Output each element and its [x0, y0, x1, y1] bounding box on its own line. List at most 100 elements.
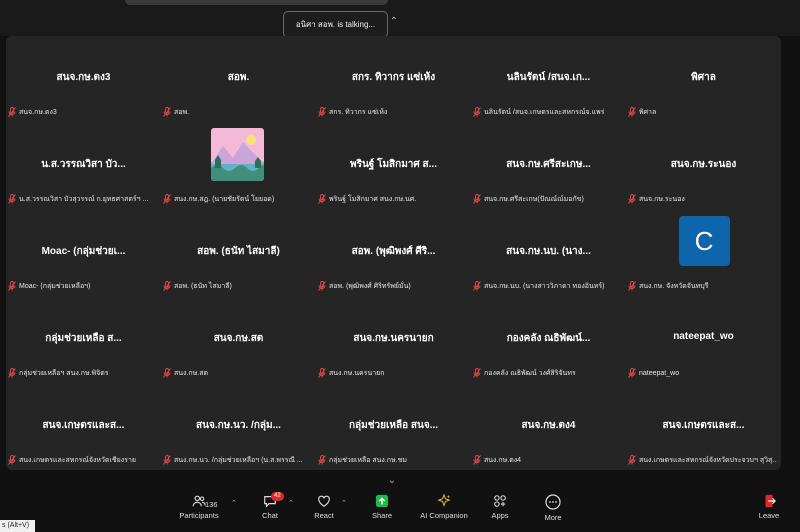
talking-indicator: อนิศา สอพ. is talking...: [283, 11, 388, 38]
participant-name-bar: nateepat_wo: [628, 368, 777, 379]
react-label: React: [314, 511, 334, 520]
more-button[interactable]: More: [542, 494, 564, 522]
participant-tile[interactable]: สนจ.กษ.ตง3 สนจ.กษ.ตง3: [6, 36, 161, 123]
apps-button[interactable]: Apps: [489, 494, 511, 520]
participant-tile[interactable]: สนจ.เกษตรและส... สนง.เกษตรและสหกรณ์จังหวั…: [626, 384, 781, 471]
participant-display-name: สนจ.เกษตรและส...: [42, 420, 125, 431]
ai-companion-button[interactable]: AI Companion: [418, 494, 470, 520]
mic-muted-icon: [163, 368, 171, 378]
chat-caret-icon[interactable]: ⌃: [288, 499, 294, 507]
participant-tile[interactable]: สนจ.กษ.ระนอง สนจ.กษ.ระนอง: [626, 123, 781, 210]
participant-tile[interactable]: สนจ.กษ.นว. /กลุ่ม... สนง.กษ.นว. /กลุ่มช่ว…: [161, 384, 316, 471]
participant-name-bar: กลุ่มช่วยเหลือ สนง.กษ.ชม: [318, 455, 467, 466]
shortcut-hint: s (Alt+V): [0, 520, 35, 532]
chat-button[interactable]: 42 Chat: [259, 492, 284, 520]
participant-tile[interactable]: กลุ่มช่วยเหลือ ส... กลุ่มช่วยเหลือฯ สนง.ก…: [6, 297, 161, 384]
mic-muted-icon: [318, 194, 326, 204]
participant-display-name: สนจ.กษ.สต: [213, 333, 264, 344]
mic-muted-icon: [8, 281, 16, 291]
participant-name-label: สนจ.กษ.นบ. (นางสาววิภาดา ทองอินทร์): [484, 283, 605, 290]
participant-name-bar: Moac- (กลุ่มช่วยเหลือฯ): [8, 281, 157, 292]
participant-tile[interactable]: สนจ.กษ.สต สนง.กษ.สต: [161, 297, 316, 384]
participant-display-name: สกร. ทิวากร แซ่เห้ง: [351, 72, 436, 83]
participant-name-label: พรินฐ์ โมสิกมาศ สนง.กษ.นศ.: [329, 196, 417, 203]
participant-name-bar: นลินรัตน์ /สนจ.เกษตรและสหกรณ์จ.แพร่: [473, 107, 622, 118]
ai-companion-label: AI Companion: [420, 511, 468, 520]
participants-button[interactable]: 136 Participants: [178, 494, 220, 520]
mic-muted-icon: [628, 455, 636, 465]
participant-display-name: Moac- (กลุ่มช่วยเ...: [41, 246, 126, 257]
participant-name-label: Moac- (กลุ่มช่วยเหลือฯ): [19, 283, 91, 290]
participant-name-label: กลุ่มช่วยเหลือ สนง.กษ.ชม: [329, 457, 407, 464]
participant-name-label: กลุ่มช่วยเหลือฯ สนง.กษ.พิจิตร: [19, 370, 109, 377]
participant-tile[interactable]: สนจ.กษ.นครนายก สนง.กษ.นครนายก: [316, 297, 471, 384]
participant-tile[interactable]: สนจ.กษ.นบ. (นาง... สนจ.กษ.นบ. (นางสาววิภา…: [471, 210, 626, 297]
mic-muted-icon: [163, 281, 171, 291]
leave-label: Leave: [758, 511, 780, 520]
participant-display-name: สนจ.กษ.ศรีสะเกษ...: [506, 159, 591, 170]
participant-name-bar: สนจ.กษ.ตง3: [8, 107, 157, 118]
share-button[interactable]: Share: [370, 494, 394, 520]
participant-tile[interactable]: nateepat_wo nateepat_wo: [626, 297, 781, 384]
participant-display-name: กลุ่มช่วยเหลือ ส...: [45, 333, 122, 344]
participant-tile[interactable]: สอพ. (พุฒิพงศ์ ศีริ... สอพ. (พุฒิพงศ์ ศิร…: [316, 210, 471, 297]
mic-muted-icon: [628, 194, 636, 204]
participant-tile[interactable]: Moac- (กลุ่มช่วยเ... Moac- (กลุ่มช่วยเหลื…: [6, 210, 161, 297]
participant-tile[interactable]: สอพ. สอพ.: [161, 36, 316, 123]
participant-name-label: กองคลัง ณธิพัฒน์ วงศ์สิริจันทร: [484, 370, 576, 377]
apps-icon: [494, 495, 506, 507]
participant-tile[interactable]: พิศาล พิศาล: [626, 36, 781, 123]
participant-tile[interactable]: นลินรัตน์ /สนจ.เก... นลินรัตน์ /สนจ.เกษตร…: [471, 36, 626, 123]
meeting-toolbar: 136 Participants ⌃ 42 Chat ⌃ React ⌃ Sha…: [0, 492, 800, 532]
react-caret-icon[interactable]: ⌃: [341, 499, 347, 507]
participant-name-label: สนง.กษ.สฎ. (นายชัยรัตน์ โยยอด): [174, 196, 275, 203]
participant-tile[interactable]: C สนง.กษ. จังหวัดจันทบุรี: [626, 210, 781, 297]
sparkle-icon: [437, 494, 451, 507]
mic-muted-icon: [473, 194, 481, 204]
mic-muted-icon: [318, 368, 326, 378]
participant-tile[interactable]: กลุ่มช่วยเหลือ สนจ... กลุ่มช่วยเหลือ สนง.…: [316, 384, 471, 471]
participant-tile[interactable]: สนจ.กษ.ตง4 สนง.กษ.ตง4: [471, 384, 626, 471]
participant-display-name: น.ส.วรรณวิสา บัว...: [41, 159, 126, 170]
participant-name-bar: สนง.กษ.สฎ. (นายชัยรัตน์ โยยอด): [163, 194, 312, 205]
participant-name-label: สนง.เกษตรและสหกรณ์จังหวัดเชียงราย: [19, 457, 136, 464]
participant-name-label: สนง.เกษตรและสหกรณ์จังหวัดประจวบฯ สุวิสุ.…: [639, 457, 777, 464]
participant-name-label: สนง.กษ.ตง4: [484, 457, 522, 464]
participant-name-bar: สนจ.กษ.ศรีสะเกษ(ปัณณ์ณ์มอกัข): [473, 194, 622, 205]
participant-name-bar: สนง.เกษตรและสหกรณ์จังหวัดประจวบฯ สุวิสุ.…: [628, 455, 777, 466]
participant-name-label: นลินรัตน์ /สนจ.เกษตรและสหกรณ์จ.แพร่: [484, 109, 605, 116]
participant-name-label: น.ส.วรรณวิสา บัวสุวรรณ์ ก.ยุทธศาสตร์ฯ ..…: [19, 196, 149, 203]
participant-display-name: nateepat_wo: [673, 331, 734, 342]
mic-muted-icon: [473, 455, 481, 465]
mic-muted-icon: [628, 281, 636, 291]
participant-name-bar: สอพ.: [163, 107, 312, 118]
participant-tile[interactable]: พรินฐ์ โมสิกมาศ ส... พรินฐ์ โมสิกมาศ สนง.…: [316, 123, 471, 210]
participant-avatar-letter: C: [678, 216, 730, 266]
mic-muted-icon: [163, 107, 171, 117]
react-button[interactable]: React: [312, 494, 336, 520]
chevron-up-icon[interactable]: ⌃: [387, 15, 401, 29]
participant-name-bar: สนง.กษ.ตง4: [473, 455, 622, 466]
leave-button[interactable]: Leave: [757, 494, 781, 520]
participant-tile[interactable]: สกร. ทิวากร แซ่เห้ง สกร. ทิวากร แซ่เห้ง: [316, 36, 471, 123]
participants-caret-icon[interactable]: ⌃: [231, 499, 237, 507]
participant-name-bar: สนง.เกษตรและสหกรณ์จังหวัดเชียงราย: [8, 455, 157, 466]
chevron-down-icon[interactable]: ⌄: [385, 475, 399, 487]
participant-tile[interactable]: กองคลัง ณธิพัฒน์... กองคลัง ณธิพัฒน์ วงศ์…: [471, 297, 626, 384]
participant-tile[interactable]: สนจ.เกษตรและส... สนง.เกษตรและสหกรณ์จังหวั…: [6, 384, 161, 471]
participant-name-bar: สอพ. (ธนัท ไสมาลี): [163, 281, 312, 292]
mic-muted-icon: [8, 107, 16, 117]
participant-tile[interactable]: น.ส.วรรณวิสา บัว... น.ส.วรรณวิสา บัวสุวรร…: [6, 123, 161, 210]
participant-name-label: สกร. ทิวากร แซ่เห้ง: [329, 109, 388, 116]
participant-name-label: สนจ.กษ.ตง3: [19, 109, 57, 116]
mic-muted-icon: [628, 368, 636, 378]
participant-name-label: สอพ. (ธนัท ไสมาลี): [174, 283, 232, 290]
participant-tile[interactable]: สอพ. (ธนัท ไสมาลี) สอพ. (ธนัท ไสมาลี): [161, 210, 316, 297]
participant-tile[interactable]: สนจ.กษ.ศรีสะเกษ... สนจ.กษ.ศรีสะเกษ(ปัณณ์ณ…: [471, 123, 626, 210]
participant-display-name: สนจ.กษ.ตง4: [521, 420, 576, 431]
mic-muted-icon: [628, 107, 636, 117]
participant-tile[interactable]: สนง.กษ.สฎ. (นายชัยรัตน์ โยยอด): [161, 123, 316, 210]
participant-name-label: สนจ.กษ.ศรีสะเกษ(ปัณณ์ณ์มอกัข): [484, 196, 584, 203]
mic-muted-icon: [318, 281, 326, 291]
mic-muted-icon: [318, 107, 326, 117]
